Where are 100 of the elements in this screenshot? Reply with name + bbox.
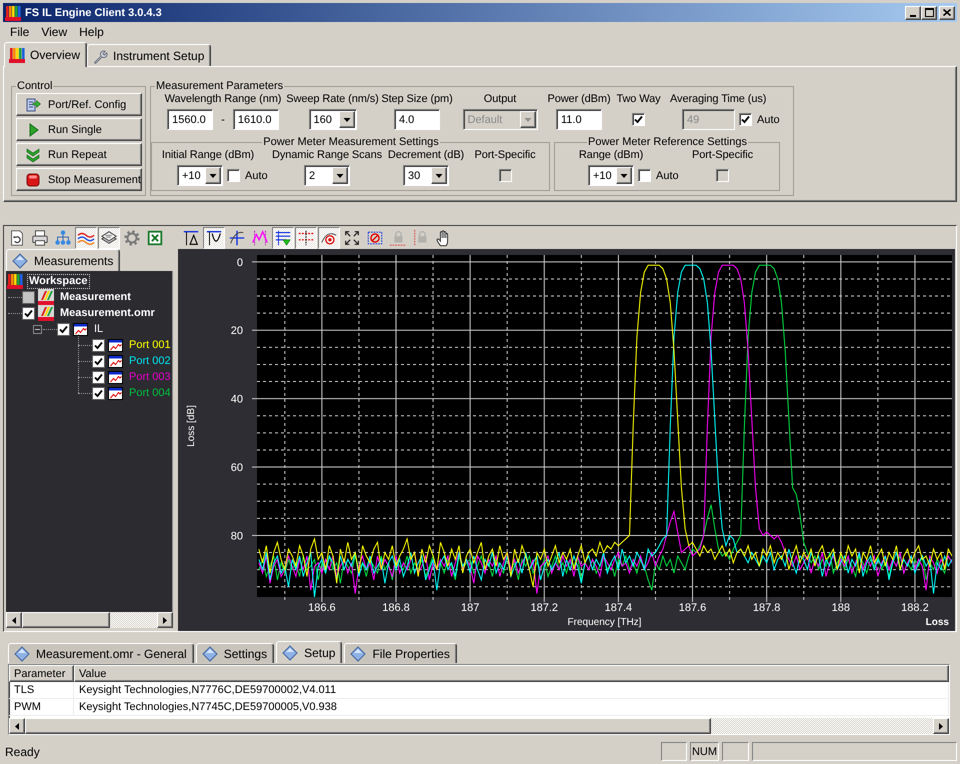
minimize-button[interactable] bbox=[905, 6, 921, 20]
field-label: Dynamic Range Scans bbox=[272, 149, 382, 162]
command-button[interactable]: Run Single bbox=[16, 118, 142, 141]
chart-window-icon bbox=[108, 370, 123, 384]
scrollbar-thumb[interactable] bbox=[22, 612, 110, 628]
table-cell: TLS bbox=[9, 682, 74, 698]
field-label: Port-Specific bbox=[692, 149, 754, 162]
tree-item[interactable]: Workspace bbox=[28, 274, 88, 288]
peak-curve-icon bbox=[251, 228, 269, 246]
checkbox[interactable] bbox=[22, 306, 35, 320]
axis-tick-label: 188 bbox=[832, 602, 850, 614]
tab[interactable]: File Properties bbox=[344, 643, 457, 663]
text-field[interactable]: 11.0 bbox=[556, 109, 602, 130]
tree-item[interactable]: IL bbox=[93, 322, 104, 336]
text-field[interactable]: 1610.0 bbox=[232, 109, 279, 130]
axis-title: Loss [dB] bbox=[186, 405, 197, 447]
left-arrow-icon bbox=[12, 616, 16, 624]
toolbar-button[interactable] bbox=[75, 226, 97, 248]
chart-window-icon bbox=[73, 322, 88, 336]
axis-tick-label: 187.8 bbox=[752, 602, 780, 614]
axis-tick-label: 187.4 bbox=[604, 602, 632, 614]
checkbox[interactable] bbox=[227, 169, 240, 182]
tree-item[interactable]: Port 004 bbox=[128, 386, 172, 400]
tree-item[interactable]: Measurement.omr bbox=[59, 306, 156, 320]
text-field[interactable]: 1560.0 bbox=[167, 109, 214, 130]
tree-item[interactable]: Measurement bbox=[59, 290, 132, 304]
caret-icon bbox=[616, 167, 632, 184]
checkbox[interactable] bbox=[22, 290, 35, 304]
field-label: Port-Specific bbox=[474, 149, 536, 162]
checkbox[interactable] bbox=[638, 169, 651, 182]
scroll-right-button[interactable] bbox=[157, 612, 173, 628]
field-label: Initial Range (dBm) bbox=[162, 149, 254, 162]
marker-line-icon bbox=[182, 228, 200, 246]
close-button[interactable] bbox=[939, 6, 955, 20]
tab[interactable]: Settings bbox=[196, 643, 274, 663]
scroll-right-button[interactable] bbox=[933, 718, 949, 734]
check-icon bbox=[24, 308, 33, 318]
dropdown[interactable]: +10 bbox=[588, 165, 634, 186]
scrollbar-thumb[interactable] bbox=[25, 718, 711, 734]
checkbox[interactable] bbox=[92, 338, 105, 352]
command-button[interactable]: Stop Measurement bbox=[16, 168, 142, 191]
tab[interactable]: Overview bbox=[4, 42, 88, 67]
scroll-left-button[interactable] bbox=[9, 718, 25, 734]
table-cell: Keysight Technologies,N7776C,DE59700002,V4.011 bbox=[74, 682, 949, 698]
tab[interactable]: Measurement.omr - General bbox=[8, 643, 194, 663]
color-bars-icon bbox=[9, 47, 25, 63]
toolbar-button[interactable] bbox=[318, 226, 340, 248]
checkbox[interactable] bbox=[92, 370, 105, 384]
axis-tick-label: 187.2 bbox=[530, 602, 558, 614]
toolbar-button[interactable] bbox=[98, 226, 120, 248]
toolbar-button[interactable] bbox=[272, 226, 294, 248]
network-icon bbox=[54, 228, 72, 246]
checkbox[interactable] bbox=[92, 386, 105, 400]
tab[interactable]: Measurements bbox=[6, 249, 120, 271]
tab[interactable]: Instrument Setup bbox=[87, 44, 212, 66]
menu-item[interactable]: Help bbox=[73, 24, 110, 40]
field-label: Output bbox=[484, 93, 516, 106]
maximize-button[interactable] bbox=[921, 6, 937, 20]
window-title: FS IL Engine Client 3.0.4.3 bbox=[25, 6, 162, 18]
column-header[interactable]: Value bbox=[74, 665, 949, 682]
checkbox[interactable] bbox=[57, 322, 70, 336]
spreadsheet-icon bbox=[146, 228, 164, 246]
tab[interactable]: Setup bbox=[276, 641, 342, 663]
command-button[interactable]: Run Repeat bbox=[16, 143, 142, 166]
collapse-icon[interactable] bbox=[33, 324, 42, 334]
check-icon bbox=[741, 115, 750, 124]
wrench-icon bbox=[92, 48, 108, 64]
color-bars-icon bbox=[7, 273, 23, 289]
dropdown[interactable]: 30 bbox=[403, 165, 449, 186]
checkbox[interactable] bbox=[92, 354, 105, 368]
axis-cross-icon bbox=[228, 228, 246, 246]
caret-icon bbox=[338, 111, 354, 128]
corner-label: Loss bbox=[926, 617, 949, 628]
command-button[interactable]: Port/Ref. Config bbox=[16, 93, 142, 116]
dropdown[interactable]: 160 bbox=[308, 109, 356, 130]
stacked-sheets-icon bbox=[100, 228, 118, 246]
right-arrow-icon bbox=[939, 722, 943, 730]
axis-tick-label: 40 bbox=[230, 394, 243, 406]
tree-item[interactable]: Port 002 bbox=[128, 354, 172, 368]
scroll-left-button[interactable] bbox=[6, 612, 22, 628]
spectrum-icon bbox=[38, 305, 54, 321]
axis-tick-label: 186.8 bbox=[382, 602, 410, 614]
axis-title: Frequency [THz] bbox=[568, 617, 642, 628]
text-field[interactable]: 4.0 bbox=[394, 109, 440, 130]
axis-tick-label: 187 bbox=[460, 602, 480, 614]
dropdown[interactable]: 2 bbox=[304, 165, 350, 186]
minimize-icon bbox=[910, 14, 916, 16]
checkbox[interactable] bbox=[632, 113, 645, 126]
menu-item[interactable]: File bbox=[4, 24, 36, 40]
field-label: Sweep Rate (nm/s) bbox=[286, 93, 379, 106]
document-arrow-icon bbox=[25, 96, 41, 112]
status-pane bbox=[661, 742, 687, 761]
column-header[interactable]: Parameter bbox=[9, 665, 74, 682]
check-icon bbox=[59, 324, 68, 334]
menu-item[interactable]: View bbox=[35, 24, 74, 40]
dropdown[interactable]: +10 bbox=[177, 165, 223, 186]
diamond-icon bbox=[202, 646, 218, 662]
spectrum-icon bbox=[38, 289, 54, 305]
tree-item[interactable]: Port 001 bbox=[128, 338, 172, 352]
toolbar-button[interactable] bbox=[203, 226, 225, 248]
